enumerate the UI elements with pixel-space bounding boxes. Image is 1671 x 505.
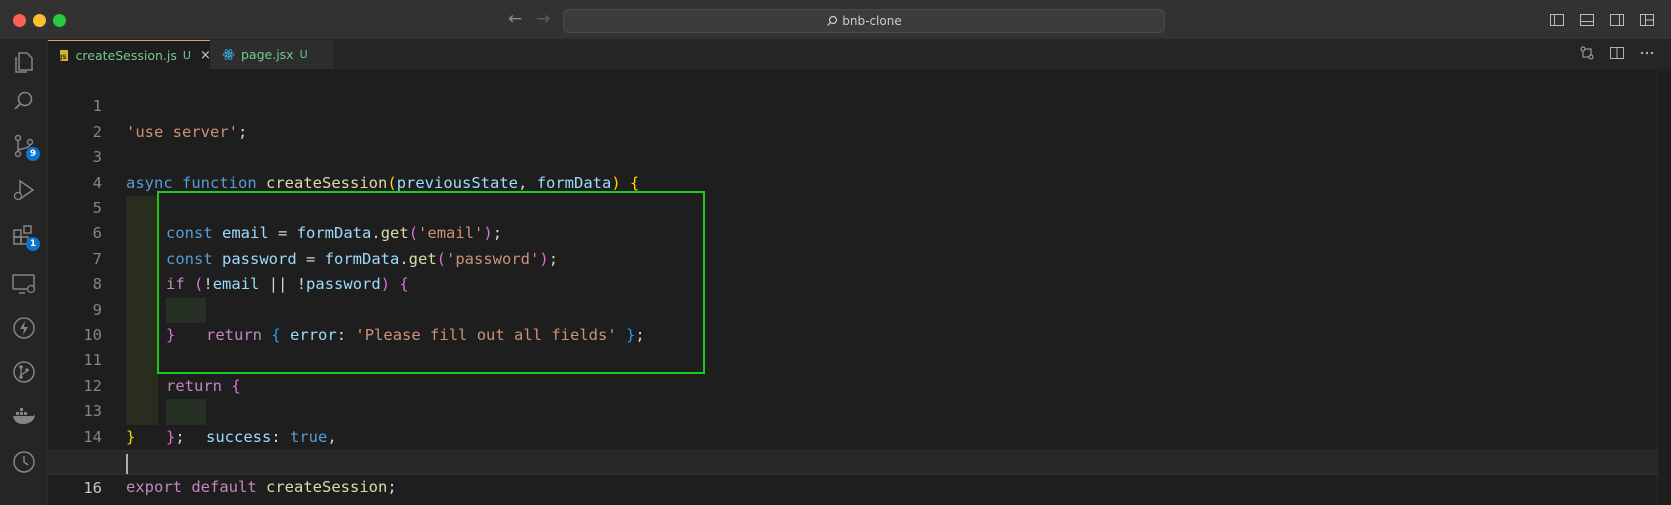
untracked-status: U: [299, 48, 308, 61]
docker-icon[interactable]: [10, 402, 38, 430]
close-window-button[interactable]: [13, 14, 26, 27]
editor-tab-bar: JS createSession.js U × page.jsx U: [48, 40, 1671, 69]
toggle-primary-sidebar-icon[interactable]: [1549, 12, 1565, 28]
tab-page-jsx[interactable]: page.jsx U: [210, 40, 334, 69]
code-line: 15 export default createSession;: [48, 425, 1671, 496]
current-code-line[interactable]: 16: [48, 450, 1671, 497]
code-line: 8 }: [48, 247, 1671, 344]
code-editor[interactable]: 1 'use server'; 2 3 async function creat…: [48, 69, 1671, 505]
code-line: 13 }: [48, 374, 1671, 445]
back-arrow-icon[interactable]: ←: [508, 9, 522, 29]
code-line: 14: [48, 399, 1671, 446]
code-line: 5 const password = formData.get('passwor…: [48, 171, 1671, 268]
run-and-debug-icon[interactable]: [10, 176, 38, 204]
command-center-search[interactable]: bnb-clone: [563, 9, 1165, 33]
code-line: 7 return { error: 'Please fill out all f…: [48, 221, 1671, 344]
react-file-icon: [222, 49, 235, 60]
code-line: 9: [48, 272, 1671, 349]
untracked-status: U: [182, 48, 191, 62]
activity-bar: 9 1: [0, 40, 48, 505]
code-line: 3 async function createSession(previousS…: [48, 120, 1671, 191]
source-control-icon[interactable]: 9: [10, 132, 40, 161]
customize-layout-icon[interactable]: [1639, 12, 1655, 28]
more-actions-icon[interactable]: [1639, 45, 1655, 61]
js-file-icon: JS: [60, 49, 68, 61]
line-number: 16: [83, 479, 102, 498]
tab-label: page.jsx: [241, 47, 294, 62]
source-control-badge: 9: [26, 147, 40, 161]
search-icon: [827, 15, 838, 26]
forward-arrow-icon[interactable]: →: [536, 9, 550, 29]
title-bar: ← → bnb-clone: [0, 0, 1671, 40]
tab-createsession-js[interactable]: JS createSession.js U ×: [48, 40, 211, 69]
tab-label: createSession.js: [75, 47, 177, 63]
split-editor-icon[interactable]: [1609, 45, 1625, 61]
code-line: 12 };: [48, 348, 1671, 446]
code-line: 6 if (!email || !password) {: [48, 196, 1671, 293]
extensions-badge: 1: [26, 237, 40, 251]
code-line: 1 'use server';: [48, 69, 1671, 140]
toggle-secondary-sidebar-icon[interactable]: [1609, 12, 1625, 28]
editor-scrollbar[interactable]: [1657, 69, 1671, 505]
open-changes-icon[interactable]: [1579, 45, 1595, 61]
code-line: 4 const email = formData.get('email');: [48, 145, 1671, 243]
code-line: 11 success: true,: [48, 323, 1671, 445]
explorer-icon[interactable]: [10, 48, 38, 76]
git-history-icon[interactable]: [10, 448, 38, 476]
code-line: 10 return {: [48, 298, 1671, 395]
thunder-client-icon[interactable]: [10, 314, 38, 342]
maximize-window-button[interactable]: [53, 14, 66, 27]
search-text: bnb-clone: [842, 14, 902, 28]
text-cursor: [126, 454, 128, 474]
git-graph-icon[interactable]: [10, 358, 38, 386]
code-line: 2: [48, 94, 1671, 141]
minimize-window-button[interactable]: [33, 14, 46, 27]
extensions-icon[interactable]: 1: [10, 222, 40, 251]
search-icon[interactable]: [10, 88, 38, 116]
toggle-panel-icon[interactable]: [1579, 12, 1595, 28]
remote-explorer-icon[interactable]: [10, 270, 38, 298]
